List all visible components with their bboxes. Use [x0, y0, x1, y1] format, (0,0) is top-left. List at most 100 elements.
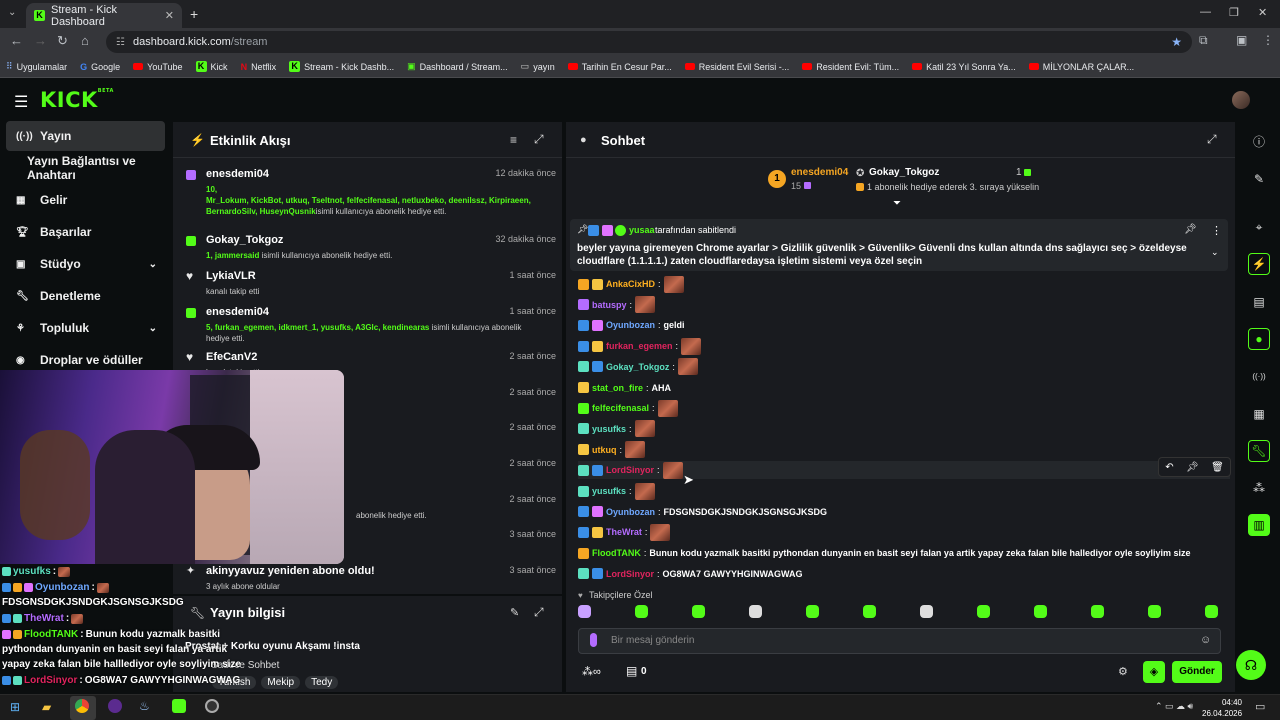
pencil-icon[interactable]: ✎	[1248, 168, 1270, 190]
popout-activity-icon[interactable]: ⤢	[534, 132, 544, 147]
windows-start-icon[interactable]: ⊞	[10, 700, 20, 714]
emoji-picker-icon[interactable]: ☺	[1200, 634, 1211, 646]
document-icon[interactable]: ▤	[1248, 291, 1270, 313]
chat-username[interactable]: felfecifenasal	[592, 403, 649, 413]
popout-chat-icon[interactable]: ⤢	[1207, 132, 1217, 147]
bolt-icon[interactable]: ⚡	[1248, 253, 1270, 275]
bookmark-item[interactable]: ▣ Dashboard / Stream...	[407, 61, 508, 72]
chat-username[interactable]: TheWrat	[606, 527, 642, 537]
bookmark-item[interactable]: ▭ yayın	[521, 61, 555, 72]
chat-username[interactable]: LordSinyor	[606, 465, 654, 475]
chat-username[interactable]: LordSinyor	[606, 569, 654, 579]
back-icon[interactable]: ←	[10, 33, 23, 48]
chevron-down-icon[interactable]: ⌄	[149, 259, 157, 270]
steam-icon[interactable]: ♨	[139, 699, 150, 713]
printer-icon[interactable]: ▦	[1248, 403, 1270, 425]
expand-pinned-icon[interactable]: ⌄	[1211, 247, 1219, 258]
event-user[interactable]: LykiaVLR	[206, 270, 256, 282]
sidebar-item-1[interactable]: Yayın Bağlantısı ve Anahtarı	[6, 153, 165, 183]
menu-dots-icon[interactable]: ⋮	[1262, 33, 1274, 47]
emote-shortcut-icon[interactable]	[977, 605, 990, 618]
site-info-icon[interactable]: ☷	[116, 37, 125, 48]
chat-icon[interactable]: ●	[1248, 328, 1270, 350]
chat-username[interactable]: Oyunbozan	[606, 507, 655, 517]
top-gifter-name[interactable]: enesdemi04	[791, 167, 848, 178]
focus-icon[interactable]: ⌖	[1248, 216, 1270, 238]
event-user[interactable]: Gokay_Tokgoz	[206, 234, 283, 246]
emote-shortcut-icon[interactable]	[920, 605, 933, 618]
bookmark-star-icon[interactable]: ★	[1171, 35, 1182, 49]
filter-icon[interactable]: ≡	[510, 133, 517, 147]
collapse-leaderboard-icon[interactable]: ⏷	[893, 198, 901, 209]
browser-tab[interactable]: K Stream - Kick Dashboard ✕	[26, 3, 182, 28]
emote-shortcut-icon[interactable]	[1205, 605, 1218, 618]
bookmark-item[interactable]: Resident Evil Serisi -...	[684, 62, 789, 72]
new-tab-icon[interactable]: +	[190, 6, 198, 22]
more-options-icon[interactable]: ⋮	[1211, 224, 1222, 237]
emote-shortcut-icon[interactable]	[863, 605, 876, 618]
popout-info-icon[interactable]: ⤢	[534, 605, 544, 620]
app-icon[interactable]	[108, 699, 122, 713]
chat-settings-gear-icon[interactable]: ⚙	[1118, 665, 1128, 678]
bookmark-item[interactable]: Resident Evil: Tüm...	[802, 62, 899, 72]
event-user[interactable]: enesdemi04	[206, 168, 269, 180]
pinned-by-user[interactable]: yusaa	[629, 225, 655, 235]
clock[interactable]: 04:40 26.04.2026	[1202, 697, 1242, 719]
bookmark-item[interactable]: Tarihin En Cesur Par...	[567, 62, 672, 72]
bookmark-item[interactable]: N Netflix	[241, 62, 277, 72]
sidebar-item-0[interactable]: ((·)) Yayın	[6, 121, 165, 151]
emote-shortcut-icon[interactable]	[578, 605, 591, 618]
wrench-icon[interactable]: 🔧︎	[1248, 440, 1270, 462]
minimize-icon[interactable]: —	[1200, 6, 1211, 18]
chrome-icon[interactable]	[75, 699, 89, 713]
bookmark-item[interactable]: ⠿ Uygulamalar	[6, 61, 67, 72]
chat-username[interactable]: furkan_egemen	[606, 341, 673, 351]
clapper-icon[interactable]: ▥	[1248, 514, 1270, 536]
bookmark-item[interactable]: K Kick	[195, 61, 228, 72]
sidebar-item-5[interactable]: 🔧︎ Denetleme	[6, 281, 165, 311]
reply-icon[interactable]: ↶	[1165, 462, 1173, 473]
info-icon[interactable]: ⓘ	[1248, 130, 1270, 152]
forward-icon[interactable]: →	[34, 33, 47, 48]
chat-username[interactable]: Gokay_Tokgoz	[606, 362, 669, 372]
emote-shortcut-icon[interactable]	[692, 605, 705, 618]
emote-shortcut-icon[interactable]	[1034, 605, 1047, 618]
broadcast-icon[interactable]: ((·))	[1248, 365, 1270, 387]
sidebar-item-2[interactable]: ▦ Gelir	[6, 185, 165, 215]
emote-shortcut-icon[interactable]	[806, 605, 819, 618]
close-tab-icon[interactable]: ✕	[165, 9, 174, 22]
emote-shortcut-icon[interactable]	[635, 605, 648, 618]
emote-shortcut-icon[interactable]	[1148, 605, 1161, 618]
extensions-icon[interactable]: ⧉	[1199, 33, 1208, 48]
edit-pencil-icon[interactable]: ✎	[510, 606, 519, 619]
kick-app-icon[interactable]	[172, 699, 186, 713]
chat-username[interactable]: AnkaCixHD	[606, 279, 655, 289]
chat-username[interactable]: yusufks	[592, 486, 626, 496]
emote-shortcut-icon[interactable]	[749, 605, 762, 618]
profile-icon[interactable]: ▣	[1236, 33, 1247, 47]
bookmark-item[interactable]: YouTube	[133, 62, 183, 72]
event-user[interactable]: EfeCanV2	[206, 351, 257, 363]
chat-username[interactable]: FloodTANK	[592, 548, 641, 558]
home-icon[interactable]: ⌂	[81, 33, 89, 48]
kick-bot-icon[interactable]: ◈	[1143, 661, 1165, 683]
tag-chip[interactable]: Mekip	[261, 676, 301, 689]
microphone-icon[interactable]	[590, 633, 597, 647]
obs-icon[interactable]	[205, 699, 219, 713]
file-explorer-icon[interactable]: ▰	[42, 700, 51, 714]
url-input[interactable]: ☷ dashboard.kick.com/stream ★	[106, 31, 1192, 53]
emote-shortcut-icon[interactable]	[1091, 605, 1104, 618]
bookmark-item[interactable]: K Stream - Kick Dashb...	[289, 61, 394, 72]
tab-search-icon[interactable]: ⌄	[8, 7, 16, 18]
unpin-icon[interactable]: 📌︎	[1184, 224, 1197, 235]
hamburger-menu-icon[interactable]: ☰	[14, 92, 28, 112]
avatar[interactable]	[1232, 91, 1250, 109]
recent-gifter-name[interactable]: Gokay_Tokgoz	[869, 167, 939, 178]
pin-message-icon[interactable]: 📌︎	[1186, 462, 1199, 473]
event-user[interactable]: akinyyavuz yeniden abone oldu!	[206, 565, 375, 577]
kick-logo[interactable]: KICKBETA	[40, 88, 114, 112]
chat-username[interactable]: batuspy	[592, 300, 627, 310]
chat-username[interactable]: yusufks	[592, 424, 626, 434]
bookmark-item[interactable]: G Google	[80, 62, 120, 72]
send-button[interactable]: Gönder	[1172, 661, 1222, 683]
